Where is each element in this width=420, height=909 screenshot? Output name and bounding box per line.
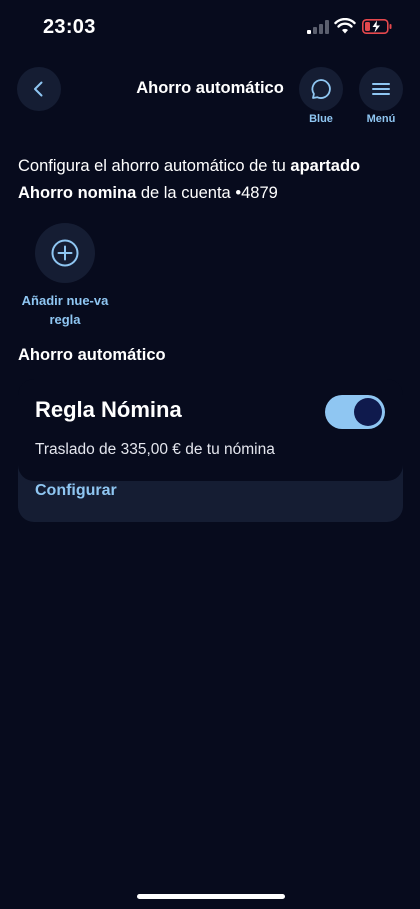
wifi-icon bbox=[334, 18, 356, 34]
toggle-knob bbox=[354, 398, 382, 426]
hamburger-icon bbox=[372, 83, 390, 95]
plus-circle-icon bbox=[51, 239, 79, 267]
chat-button-label[interactable]: Blue bbox=[291, 113, 351, 125]
rule-description: Traslado de 335,00 € de tu nómina bbox=[35, 441, 275, 458]
chat-button[interactable] bbox=[299, 67, 343, 111]
section-title: Ahorro automático bbox=[18, 346, 166, 364]
page-title: Ahorro automático bbox=[136, 79, 284, 97]
chat-bubble-icon bbox=[311, 79, 331, 99]
add-rule-button[interactable] bbox=[35, 223, 95, 283]
rule-toggle[interactable] bbox=[325, 395, 385, 429]
intro-text: Configura el ahorro automático de tu apa… bbox=[18, 157, 361, 202]
home-indicator bbox=[137, 894, 285, 899]
configure-link[interactable]: Configurar bbox=[35, 482, 117, 500]
menu-button-label[interactable]: Menú bbox=[351, 113, 411, 125]
status-time: 23:03 bbox=[43, 16, 96, 38]
back-button[interactable] bbox=[17, 67, 61, 111]
rule-title: Regla Nómina bbox=[35, 397, 182, 422]
battery-icon bbox=[362, 19, 392, 34]
chevron-left-icon bbox=[34, 81, 43, 97]
add-rule-label[interactable]: Añadir nue-va regla bbox=[20, 291, 110, 329]
screen: 23:03 Ahorro automático Blue Menú Config bbox=[0, 0, 420, 909]
cellular-signal-icon bbox=[307, 20, 329, 34]
menu-button[interactable] bbox=[359, 67, 403, 111]
